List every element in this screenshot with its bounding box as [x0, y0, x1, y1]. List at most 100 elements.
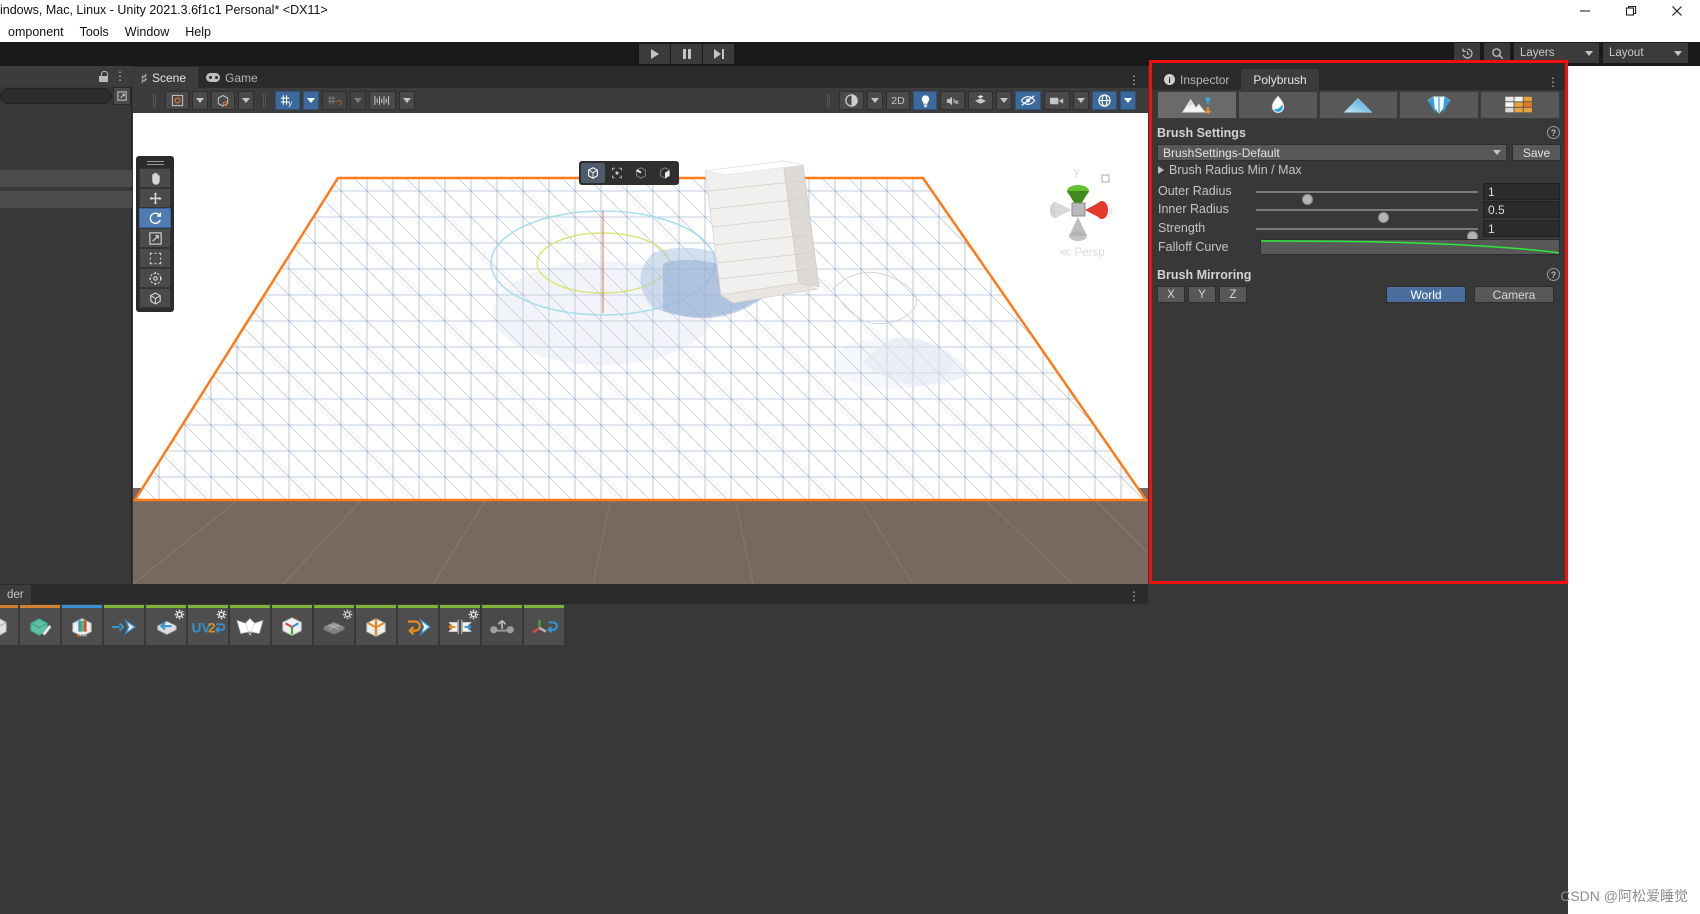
- lighting-icon[interactable]: [913, 91, 937, 110]
- gizmos-icon[interactable]: [1092, 91, 1117, 110]
- menu-component[interactable]: omponent: [0, 23, 72, 41]
- twod-toggle[interactable]: 2D: [886, 91, 910, 110]
- hand-tool[interactable]: [139, 168, 171, 188]
- outer-radius-value[interactable]: 1: [1483, 183, 1560, 200]
- hierarchy-row[interactable]: [0, 191, 132, 208]
- magnet-snapping-icon[interactable]: [322, 91, 347, 110]
- texture-mode-button[interactable]: [1480, 91, 1560, 119]
- subdivide-edges-button[interactable]: [482, 605, 522, 645]
- shading-mode-icon[interactable]: [839, 91, 864, 110]
- mirror-y-button[interactable]: Y: [1188, 286, 1216, 303]
- custom-editor-tool[interactable]: [139, 288, 171, 308]
- pivot-dropdown[interactable]: [192, 91, 208, 110]
- hierarchy-row[interactable]: [0, 170, 132, 187]
- increment-snapping-icon[interactable]: [369, 91, 396, 110]
- mirror-space-world-button[interactable]: World: [1386, 286, 1466, 303]
- menu-help[interactable]: Help: [177, 23, 219, 41]
- step-button[interactable]: [703, 44, 734, 64]
- grid-snapping-icon[interactable]: y: [275, 91, 300, 110]
- minimize-button[interactable]: [1562, 0, 1608, 22]
- gear-icon[interactable]: [216, 609, 227, 620]
- new-poly-shape-button[interactable]: [20, 605, 60, 645]
- edge-mode-button[interactable]: [629, 163, 653, 183]
- gear-icon[interactable]: [174, 609, 185, 620]
- pause-button[interactable]: [671, 44, 702, 64]
- handle-dropdown[interactable]: [238, 91, 254, 110]
- audio-mute-icon[interactable]: [940, 91, 965, 110]
- strength-slider[interactable]: [1256, 228, 1478, 242]
- camera-icon[interactable]: [1044, 91, 1070, 110]
- increment-dropdown[interactable]: [399, 91, 415, 110]
- orientation-gizmo[interactable]: y x: [1044, 163, 1120, 253]
- lock-icon[interactable]: [99, 70, 108, 82]
- inner-radius-value[interactable]: 0.5: [1483, 201, 1560, 218]
- save-preset-button[interactable]: Save: [1512, 144, 1561, 161]
- kebab-menu-icon[interactable]: ⋮: [1128, 590, 1140, 602]
- gear-icon[interactable]: [468, 609, 479, 620]
- mirror-objects-button[interactable]: [440, 605, 480, 645]
- brush-radius-foldout[interactable]: Brush Radius Min / Max: [1158, 163, 1302, 177]
- set-pivot-button[interactable]: [524, 605, 564, 645]
- help-icon[interactable]: ?: [1547, 268, 1560, 281]
- mirror-space-camera-button[interactable]: Camera: [1474, 286, 1554, 303]
- effects-icon[interactable]: [968, 91, 993, 110]
- strength-value[interactable]: 1: [1483, 220, 1560, 237]
- play-button[interactable]: [639, 44, 670, 64]
- rect-transform-tool[interactable]: [139, 248, 171, 268]
- menu-tools[interactable]: Tools: [72, 23, 117, 41]
- paint-mode-button[interactable]: [1318, 91, 1399, 119]
- face-mode-button[interactable]: [653, 163, 677, 183]
- vertex-mode-button[interactable]: [605, 163, 629, 183]
- close-button[interactable]: [1654, 0, 1700, 22]
- pivot-center-icon[interactable]: [165, 91, 189, 110]
- center-pivot-button[interactable]: [272, 605, 312, 645]
- tab-game[interactable]: Game: [198, 67, 270, 88]
- effects-dropdown[interactable]: [996, 91, 1012, 110]
- move-tool[interactable]: [139, 188, 171, 208]
- select-holes-button[interactable]: [104, 605, 144, 645]
- kebab-menu-icon[interactable]: ⋮: [1547, 76, 1559, 88]
- tab-scene[interactable]: ♯ Scene: [133, 67, 199, 88]
- transform-tool[interactable]: [139, 268, 171, 288]
- scene-viewport[interactable]: y x ≪ Persp: [133, 113, 1148, 584]
- mirror-x-button[interactable]: X: [1157, 286, 1185, 303]
- global-handle-icon[interactable]: [211, 91, 235, 110]
- tab-polybrush[interactable]: Polybrush: [1241, 69, 1319, 90]
- kebab-menu-icon[interactable]: ⋮: [114, 70, 126, 82]
- camera-dropdown[interactable]: [1073, 91, 1089, 110]
- material-editor-button[interactable]: [62, 605, 102, 645]
- menu-window[interactable]: Window: [117, 23, 177, 41]
- tab-folder[interactable]: der: [0, 585, 31, 604]
- extrude-faces-button[interactable]: [146, 605, 186, 645]
- conform-normals-button[interactable]: [356, 605, 396, 645]
- gizmos-dropdown[interactable]: [1120, 91, 1136, 110]
- mirror-z-button[interactable]: Z: [1219, 286, 1247, 303]
- smooth-mode-button[interactable]: [1237, 91, 1318, 119]
- brush-preset-dropdown[interactable]: BrushSettings-Default: [1157, 144, 1507, 161]
- object-mode-button[interactable]: [581, 163, 605, 183]
- maximize-button[interactable]: [1608, 0, 1654, 22]
- palette-drag-handle[interactable]: [146, 159, 164, 165]
- sculpt-mode-button[interactable]: [1157, 91, 1237, 119]
- shading-dropdown[interactable]: [867, 91, 883, 110]
- outer-radius-slider[interactable]: [1256, 191, 1478, 205]
- grid-snap-dropdown[interactable]: [303, 91, 319, 110]
- falloff-curve-field[interactable]: [1260, 239, 1560, 255]
- subdivide-object-button[interactable]: [314, 605, 354, 645]
- tab-inspector[interactable]: i Inspector: [1152, 69, 1241, 90]
- flip-normals-button[interactable]: [230, 605, 270, 645]
- hierarchy-search-input[interactable]: [0, 88, 112, 104]
- scene-visibility-icon[interactable]: [1015, 91, 1041, 110]
- inner-radius-slider[interactable]: [1256, 209, 1478, 223]
- kebab-menu-icon[interactable]: ⋮: [1128, 74, 1140, 86]
- help-icon[interactable]: ?: [1547, 126, 1560, 139]
- magnet-dropdown[interactable]: [350, 91, 366, 110]
- new-shape-button[interactable]: [0, 605, 18, 645]
- uv2-button[interactable]: UV 2: [188, 605, 228, 645]
- scale-tool[interactable]: [139, 228, 171, 248]
- layout-dropdown[interactable]: Layout: [1603, 43, 1688, 63]
- perspective-label[interactable]: ≪ Persp: [1044, 245, 1120, 259]
- gear-icon[interactable]: [342, 609, 353, 620]
- add-icon[interactable]: [113, 87, 131, 105]
- merge-objects-button[interactable]: [398, 605, 438, 645]
